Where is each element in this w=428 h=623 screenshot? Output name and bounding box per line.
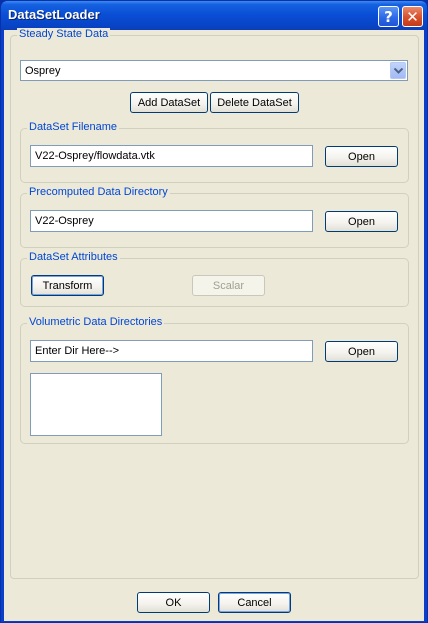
scalar-button[interactable]: Scalar bbox=[192, 275, 265, 296]
ok-label: OK bbox=[165, 596, 182, 609]
dialog-client-area: Steady State Data Osprey Add DataSet Del… bbox=[4, 28, 424, 621]
precomputed-directory-open-label: Open bbox=[348, 215, 375, 228]
precomputed-directory-group: Precomputed Data Directory V22-Osprey Op… bbox=[20, 186, 409, 248]
dataset-filename-open-label: Open bbox=[348, 150, 375, 163]
volumetric-directories-group: Volumetric Data Directories Enter Dir He… bbox=[20, 316, 409, 444]
delete-dataset-button[interactable]: Delete DataSet bbox=[210, 92, 299, 113]
volumetric-directories-list[interactable] bbox=[30, 373, 162, 436]
scalar-label: Scalar bbox=[212, 279, 245, 292]
transform-button[interactable]: Transform bbox=[31, 275, 104, 296]
volumetric-directory-open-label: Open bbox=[348, 345, 375, 358]
steady-state-legend: Steady State Data bbox=[17, 28, 111, 40]
dataset-attributes-legend: DataSet Attributes bbox=[27, 251, 120, 263]
dataset-combo-value: Osprey bbox=[25, 65, 61, 77]
cancel-label: Cancel bbox=[237, 596, 272, 609]
delete-dataset-label: Delete DataSet bbox=[217, 96, 292, 109]
transform-label: Transform bbox=[42, 279, 93, 292]
cancel-button[interactable]: Cancel bbox=[218, 592, 291, 613]
close-icon: ✕ bbox=[406, 7, 419, 26]
title-bar[interactable]: DataSetLoader ? ✕ bbox=[1, 1, 427, 30]
steady-state-panel: Steady State Data Osprey Add DataSet Del… bbox=[10, 28, 419, 579]
precomputed-directory-input[interactable]: V22-Osprey bbox=[30, 210, 313, 232]
precomputed-directory-legend: Precomputed Data Directory bbox=[27, 186, 170, 198]
volumetric-directory-input[interactable]: Enter Dir Here--> bbox=[30, 340, 313, 362]
dataset-attributes-group: DataSet Attributes Transform Scalar bbox=[20, 251, 409, 307]
precomputed-directory-open-button[interactable]: Open bbox=[325, 211, 398, 232]
dataset-filename-legend: DataSet Filename bbox=[27, 121, 120, 133]
ok-button[interactable]: OK bbox=[137, 592, 210, 613]
dataset-filename-open-button[interactable]: Open bbox=[325, 146, 398, 167]
close-button[interactable]: ✕ bbox=[402, 6, 423, 27]
dataset-combo[interactable]: Osprey bbox=[20, 60, 408, 81]
chevron-down-icon[interactable] bbox=[390, 62, 406, 79]
add-dataset-label: Add DataSet bbox=[137, 96, 201, 109]
dialog-window: DataSetLoader ? ✕ Steady State Data Ospr… bbox=[0, 0, 428, 623]
volumetric-directory-open-button[interactable]: Open bbox=[325, 341, 398, 362]
volumetric-directories-legend: Volumetric Data Directories bbox=[27, 316, 165, 328]
dataset-filename-input[interactable]: V22-Osprey/flowdata.vtk bbox=[30, 145, 313, 167]
dataset-filename-group: DataSet Filename V22-Osprey/flowdata.vtk… bbox=[20, 121, 409, 183]
add-dataset-button[interactable]: Add DataSet bbox=[130, 92, 208, 113]
window-title: DataSetLoader bbox=[8, 7, 100, 22]
help-icon: ? bbox=[384, 7, 393, 26]
help-button[interactable]: ? bbox=[378, 6, 399, 27]
